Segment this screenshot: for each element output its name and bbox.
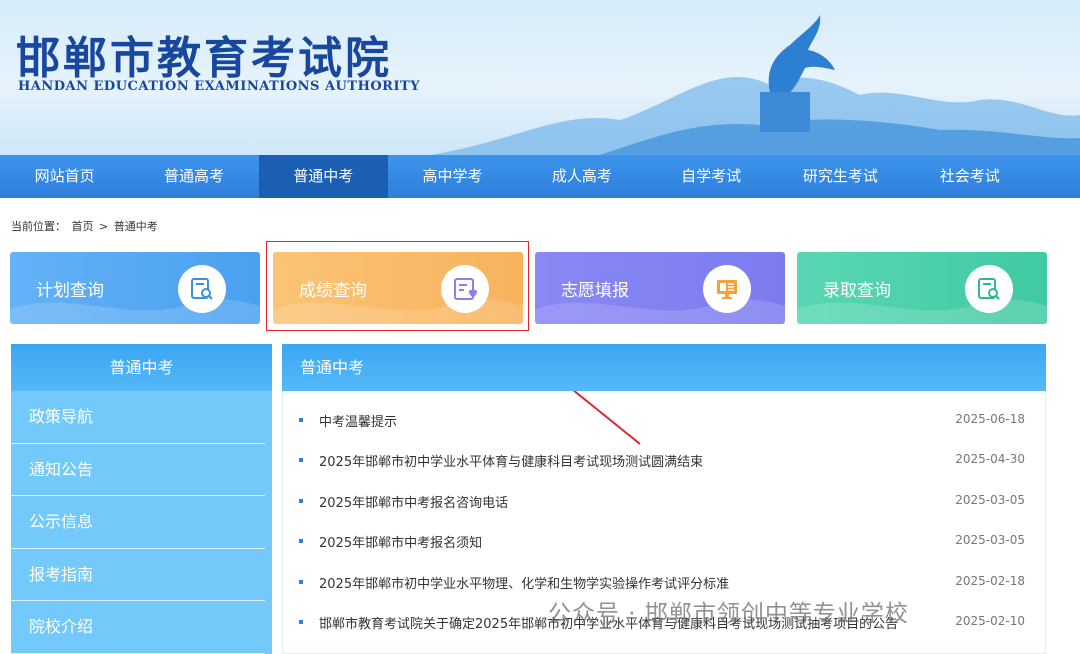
news-row[interactable]: 中考温馨提示 2025-06-18	[299, 411, 1025, 431]
bullet-icon	[299, 580, 303, 584]
news-row[interactable]: 2025年邯郸市初中学业水平物理、化学和生物学实验操作考试评分标准 2025-0…	[299, 573, 1025, 593]
news-date: 2025-04-30	[955, 452, 1025, 466]
bullet-icon	[299, 418, 303, 422]
sidebar-item-schools[interactable]: 院校介绍	[11, 601, 265, 654]
news-date: 2025-03-05	[955, 533, 1025, 547]
news-date: 2025-02-10	[955, 614, 1025, 628]
news-date: 2025-02-18	[955, 574, 1025, 588]
news-date: 2025-03-05	[955, 493, 1025, 507]
news-title[interactable]: 2025年邯郸市中考报名须知	[319, 532, 482, 551]
sidebar-item-policy[interactable]: 政策导航	[11, 391, 265, 444]
news-title[interactable]: 中考温馨提示	[319, 411, 397, 430]
news-row[interactable]: 2025年邯郸市初中学业水平体育与健康科目考试现场测试圆满结束 2025-04-…	[299, 451, 1025, 471]
news-title[interactable]: 2025年邯郸市初中学业水平体育与健康科目考试现场测试圆满结束	[319, 451, 703, 470]
sidebar-title: 普通中考	[11, 344, 272, 391]
watermark: 公众号 · 邯郸市领创中等专业学校	[548, 601, 909, 627]
news-title[interactable]: 2025年邯郸市中考报名咨询电话	[319, 492, 508, 511]
bullet-icon	[299, 539, 303, 543]
news-row[interactable]: 2025年邯郸市中考报名咨询电话 2025-03-05	[299, 492, 1025, 512]
sidebar: 普通中考 政策导航 通知公告 公示信息 报考指南 院校介绍	[11, 344, 272, 654]
sidebar-item-publicity[interactable]: 公示信息	[11, 496, 265, 549]
news-title[interactable]: 2025年邯郸市初中学业水平物理、化学和生物学实验操作考试评分标准	[319, 573, 729, 592]
news-date: 2025-06-18	[955, 412, 1025, 426]
bullet-icon	[299, 620, 303, 624]
sidebar-item-guide[interactable]: 报考指南	[11, 549, 265, 601]
bullet-icon	[299, 458, 303, 462]
bullet-icon	[299, 499, 303, 503]
news-row[interactable]: 2025年邯郸市中考报名须知 2025-03-05	[299, 532, 1025, 552]
sidebar-item-notice[interactable]: 通知公告	[11, 444, 265, 496]
news-panel-title: 普通中考	[282, 344, 1046, 391]
